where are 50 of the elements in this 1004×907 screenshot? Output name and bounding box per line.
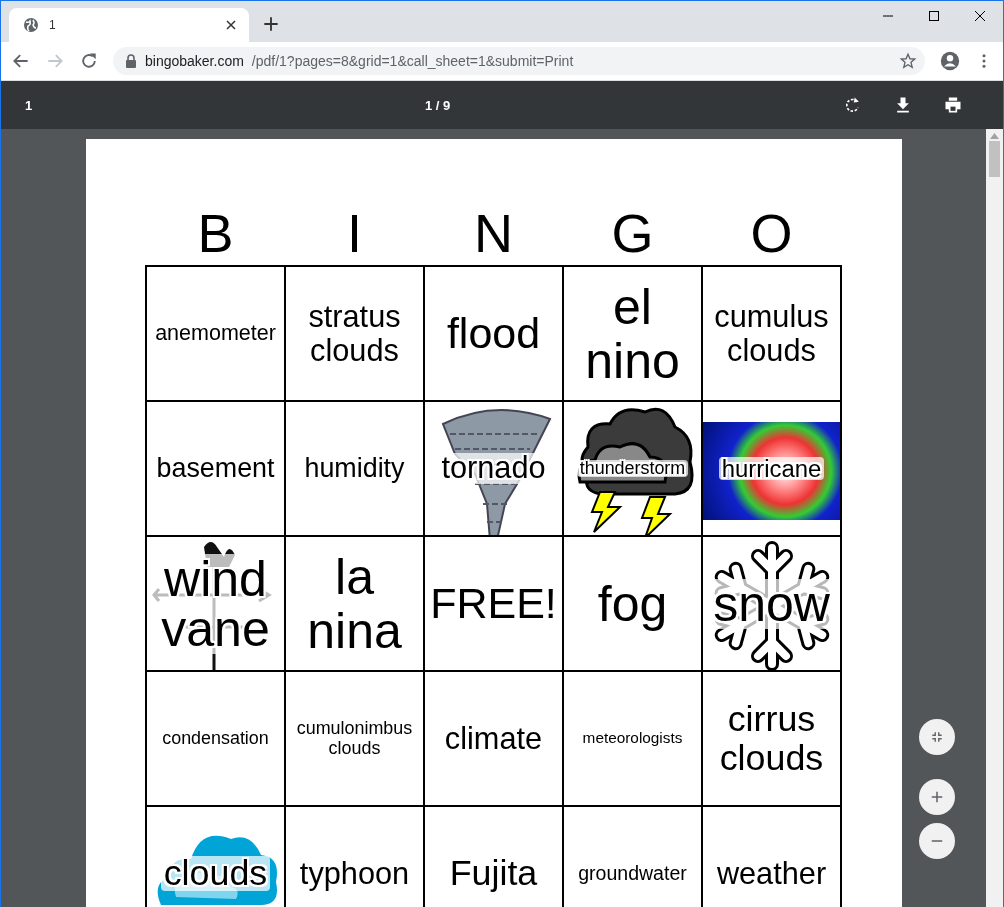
column-letter: I	[346, 202, 363, 265]
square-text: meteorologists	[581, 730, 684, 747]
print-icon[interactable]	[943, 95, 963, 115]
square-text: anemometer	[154, 321, 277, 346]
url-path: /pdf/1?pages=8&grid=1&call_sheet=1&submit=Print	[251, 53, 575, 69]
maximize-icon	[928, 10, 940, 22]
document-title: 1	[25, 97, 34, 113]
globe-icon	[23, 17, 39, 33]
column-letter: N	[473, 202, 514, 265]
column-letter: O	[749, 202, 794, 265]
fit-to-page-button[interactable]	[919, 719, 955, 755]
square-text: flood	[445, 310, 542, 357]
square-text: FREE!	[429, 580, 558, 627]
square-text: clouds	[160, 855, 271, 892]
page-indicator: 1 / 9	[425, 97, 452, 113]
square-text: weather	[715, 856, 828, 891]
account-icon[interactable]	[939, 50, 961, 72]
square-text: Fujita	[448, 854, 539, 893]
browser-tab[interactable]: 1	[9, 8, 249, 42]
zoom-out-button[interactable]	[919, 823, 955, 859]
square-text: humidity	[303, 454, 406, 483]
square-text: el nino	[584, 279, 681, 388]
url-host: bingobaker.com	[145, 53, 244, 69]
square-text: thunderstorm	[576, 459, 689, 478]
square-text: hurricane	[718, 456, 825, 481]
star-icon[interactable]	[899, 52, 917, 70]
column-letter: G	[610, 202, 655, 265]
square-text: groundwater	[577, 862, 688, 885]
square-text: typhoon	[298, 856, 411, 891]
address-field[interactable]: bingobaker.com /pdf/1?pages=8&grid=1&call_sheet=1&submit=Print	[113, 47, 925, 75]
tab-title: 1	[49, 18, 57, 32]
square-text: cumulonimbus clouds	[295, 719, 414, 758]
close-icon	[974, 10, 986, 22]
shrink-arrows-icon	[930, 730, 944, 744]
square-text: cirrus clouds	[718, 699, 825, 778]
square-text: condensation	[161, 728, 270, 749]
square-text: la nina	[306, 549, 403, 658]
column-letter: B	[196, 202, 235, 265]
scrollbar[interactable]	[986, 129, 1003, 907]
square-text: basement	[155, 454, 276, 483]
square-text: stratus clouds	[307, 300, 402, 367]
scroll-thumb[interactable]	[989, 141, 1000, 177]
zoom-in-button[interactable]	[919, 779, 955, 815]
square-text: fog	[596, 576, 669, 631]
new-tab-icon[interactable]	[261, 14, 281, 34]
square-text: climate	[443, 721, 544, 756]
lock-icon	[125, 54, 137, 68]
reload-icon[interactable]	[79, 51, 99, 71]
square-text: cumulus clouds	[713, 300, 830, 367]
plus-icon	[930, 790, 944, 804]
